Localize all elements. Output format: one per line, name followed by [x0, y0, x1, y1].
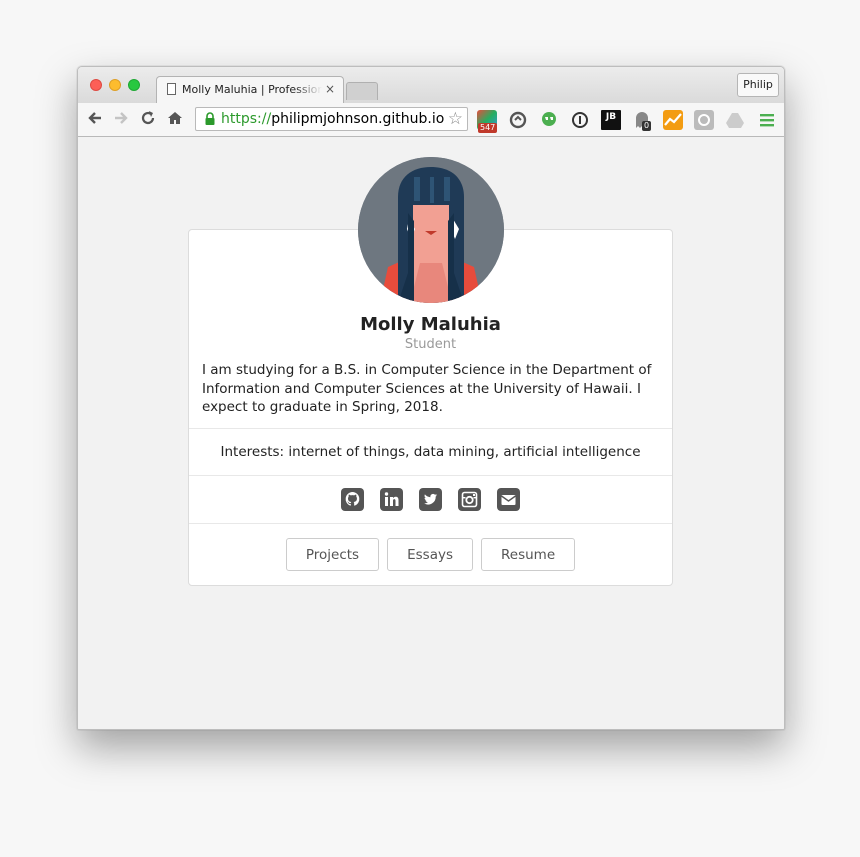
reload-icon[interactable]	[138, 108, 158, 128]
lock-icon	[205, 112, 215, 125]
new-tab-button[interactable]	[346, 82, 378, 100]
twitter-icon[interactable]	[419, 488, 442, 511]
analytics-icon[interactable]	[663, 110, 683, 130]
title-bar: Molly Maluhia | Professional Portfolio ×…	[78, 67, 784, 104]
browser-tab-active[interactable]: Molly Maluhia | Professional Portfolio ×	[156, 76, 344, 104]
tab-close-icon[interactable]: ×	[325, 82, 335, 96]
ghostery-icon[interactable]: 0	[632, 110, 652, 131]
url-text[interactable]: https://philipmjohnson.github.io	[221, 111, 444, 127]
profile-button[interactable]: Philip	[737, 73, 779, 97]
google-drive-icon[interactable]	[725, 110, 745, 130]
profile-name: Molly Maluhia	[360, 314, 501, 335]
profile-role: Student	[404, 337, 457, 352]
profile-bio: I am studying for a B.S. in Computer Sci…	[202, 362, 652, 415]
minimize-window-button[interactable]	[109, 79, 121, 91]
projects-button[interactable]: Projects	[285, 538, 380, 571]
address-bar[interactable]: https://philipmjohnson.github.io ☆	[195, 107, 468, 131]
tab-title: Molly Maluhia | Professional Portfolio	[182, 83, 322, 96]
divider	[189, 475, 672, 476]
divider	[189, 523, 672, 524]
avatar	[358, 157, 504, 303]
email-icon[interactable]	[497, 488, 520, 511]
chrome-menu-icon[interactable]	[757, 110, 777, 130]
social-links	[189, 488, 672, 511]
extension-icon-3[interactable]	[539, 110, 559, 130]
bookmark-star-icon[interactable]: ☆	[448, 109, 463, 129]
extension-icon-2[interactable]	[508, 110, 528, 130]
linkedin-icon[interactable]	[380, 488, 403, 511]
page-content: Molly Maluhia Student I am studying for …	[78, 137, 784, 729]
jetbrains-icon[interactable]: JB	[601, 110, 621, 130]
close-window-button[interactable]	[90, 79, 102, 91]
profile-nav-buttons: Projects Essays Resume	[189, 538, 672, 571]
github-icon[interactable]	[341, 488, 364, 511]
extension-icon-8[interactable]	[694, 110, 714, 130]
back-arrow-icon[interactable]	[85, 108, 105, 128]
profile-interests: Interests: internet of things, data mini…	[220, 444, 641, 460]
zoom-window-button[interactable]	[128, 79, 140, 91]
document-icon	[167, 83, 176, 95]
extension-icon-4[interactable]	[570, 110, 590, 130]
instagram-icon[interactable]	[458, 488, 481, 511]
forward-arrow-icon[interactable]	[111, 108, 131, 128]
browser-window: Molly Maluhia | Professional Portfolio ×…	[77, 66, 785, 730]
extension-icon-1[interactable]: 547	[477, 110, 498, 133]
essays-button[interactable]: Essays	[387, 538, 473, 571]
browser-toolbar: https://philipmjohnson.github.io ☆ 547 J…	[78, 103, 784, 137]
resume-button[interactable]: Resume	[481, 538, 576, 571]
divider	[189, 428, 672, 429]
home-icon[interactable]	[165, 108, 185, 128]
